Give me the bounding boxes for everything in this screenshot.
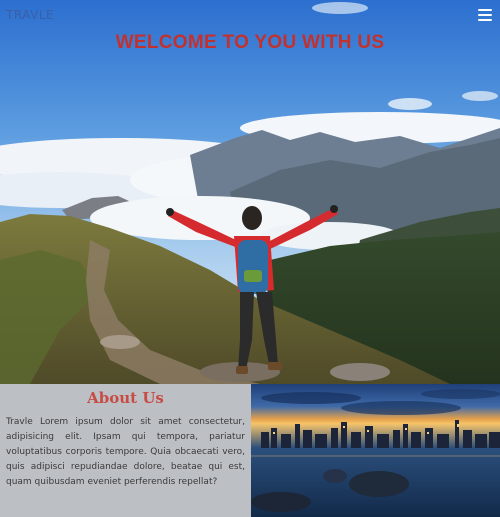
about-section: About Us Travle Lorem ipsum dolor sit am… [0, 384, 251, 517]
hamburger-menu-icon[interactable] [478, 9, 492, 21]
city-skyline-image [251, 384, 500, 517]
hero-image-mountain-hiker [0, 0, 500, 384]
about-title: About Us [87, 389, 164, 407]
hero-banner: TRAVLE WELCOME TO YOU WITH US [0, 0, 500, 384]
brand-logo[interactable]: TRAVLE [6, 8, 54, 22]
hero-title: WELCOME TO YOU WITH US [115, 32, 385, 53]
about-text: Travle Lorem ipsum dolor sit amet consec… [6, 417, 245, 487]
